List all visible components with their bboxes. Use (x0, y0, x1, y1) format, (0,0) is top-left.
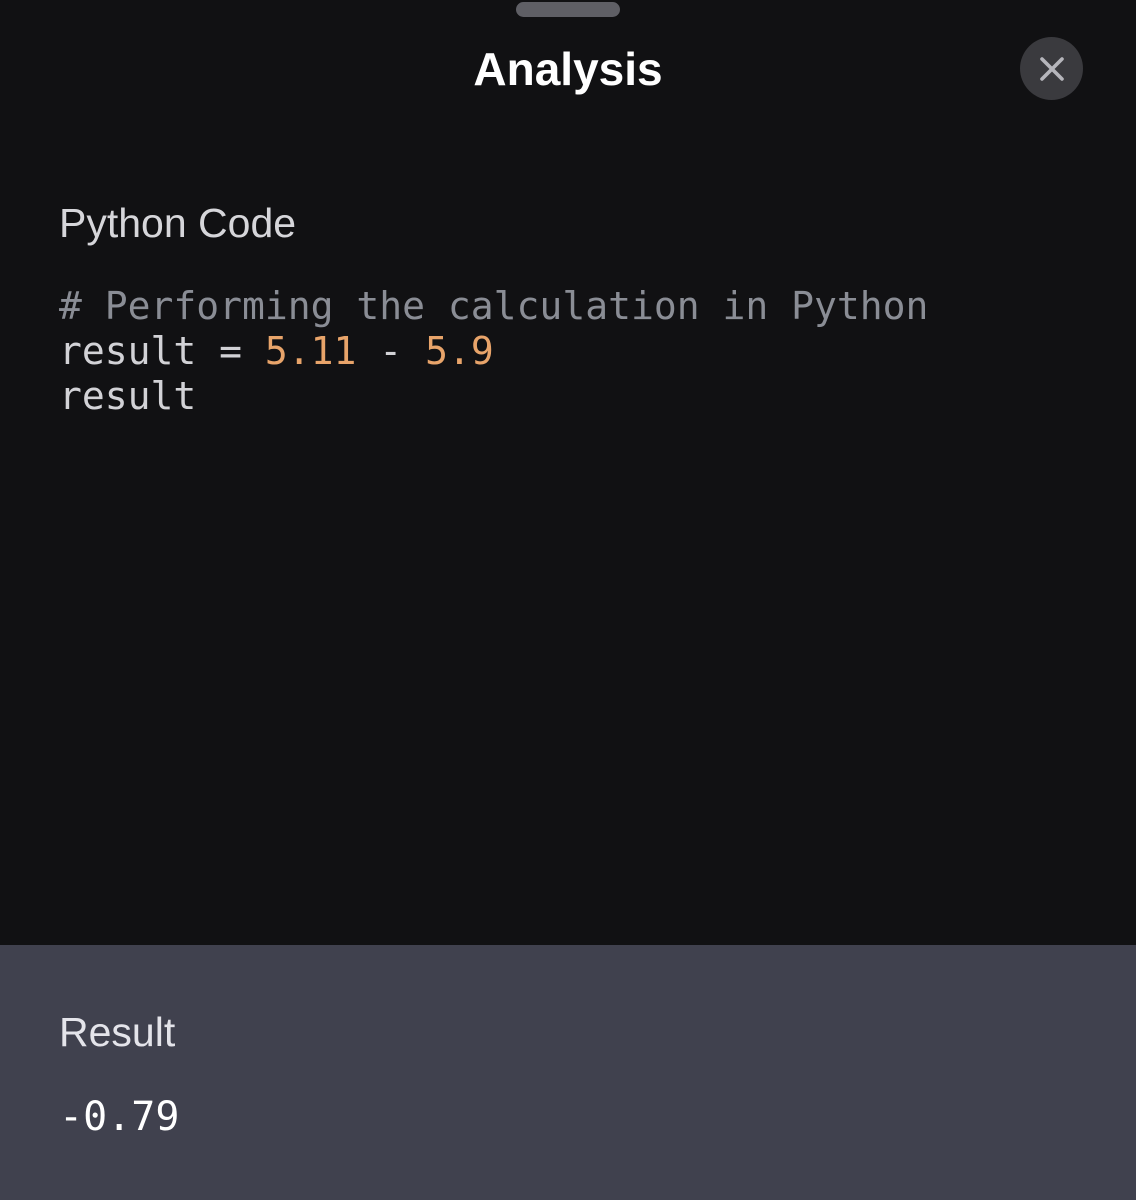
code-token: - (356, 329, 426, 373)
code-number: 5.11 (264, 329, 357, 373)
analysis-sheet: Analysis Python Code # Performing the ca… (0, 0, 1136, 1200)
code-line: result (59, 374, 928, 419)
code-line: result = 5.11 - 5.9 (59, 329, 928, 374)
code-comment: # Performing the calculation in Python (59, 284, 929, 328)
close-button[interactable] (1020, 37, 1083, 100)
code-block: # Performing the calculation in Python re… (59, 284, 928, 419)
code-token: result (59, 374, 197, 418)
close-icon (1039, 56, 1064, 81)
code-token: result = (59, 329, 265, 373)
sheet-grabber-handle[interactable] (516, 2, 620, 17)
code-number: 5.9 (425, 329, 494, 373)
sheet-title: Analysis (473, 43, 663, 95)
code-line: # Performing the calculation in Python (59, 284, 928, 329)
result-label: Result (59, 1009, 176, 1055)
result-panel: Result -0.79 (0, 945, 1136, 1200)
result-value: -0.79 (59, 1094, 180, 1140)
python-code-label: Python Code (59, 200, 297, 246)
